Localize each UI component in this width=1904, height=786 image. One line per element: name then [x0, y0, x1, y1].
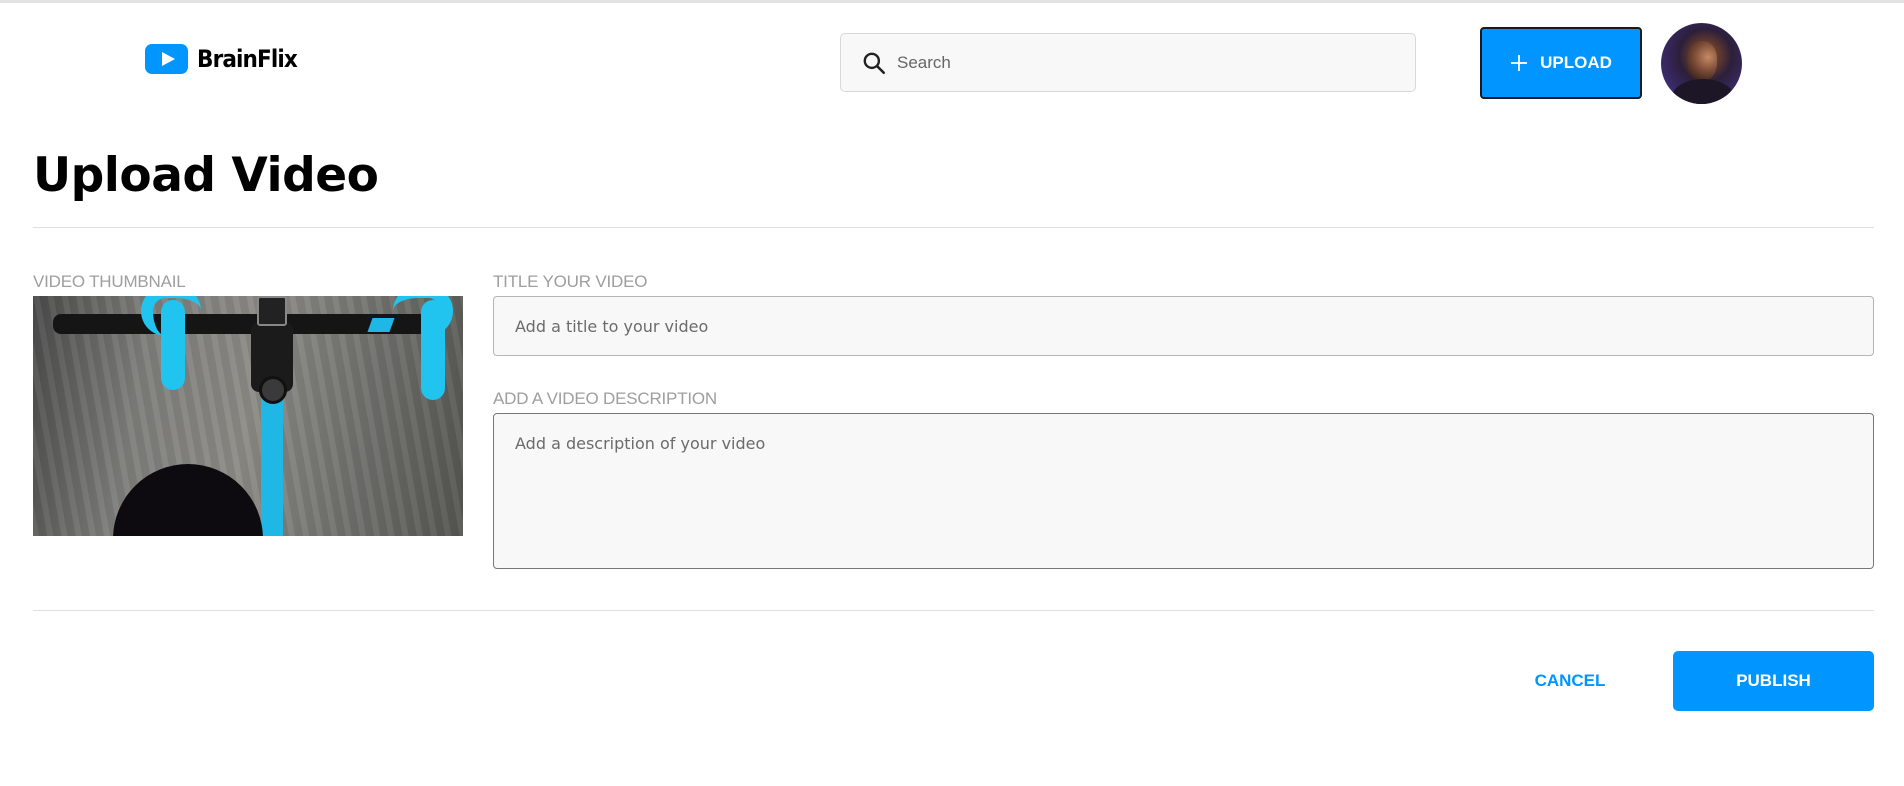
thumbnail-bike-computer: [257, 296, 287, 326]
avatar-shoulders: [1671, 79, 1735, 104]
title-input[interactable]: [493, 296, 1874, 356]
cancel-button[interactable]: CANCEL: [1510, 651, 1630, 711]
thumbnail-grip-left: [161, 300, 185, 390]
user-avatar[interactable]: [1661, 23, 1742, 104]
description-label: ADD A VIDEO DESCRIPTION: [493, 389, 718, 408]
search-bar[interactable]: [840, 33, 1416, 92]
description-input[interactable]: [493, 413, 1874, 569]
plus-icon: [1511, 55, 1528, 71]
avatar-face: [1687, 41, 1717, 81]
divider: [33, 610, 1874, 611]
upload-button-label: UPLOAD: [1540, 53, 1612, 72]
upload-button[interactable]: UPLOAD: [1480, 27, 1642, 99]
top-border: [0, 0, 1904, 3]
video-thumbnail: [33, 296, 463, 536]
publish-button[interactable]: PUBLISH: [1673, 651, 1874, 711]
divider: [33, 227, 1874, 228]
brand-name: BrainFlix: [197, 45, 298, 73]
brainflix-logo[interactable]: BrainFlix: [145, 44, 308, 74]
page-title: Upload Video: [33, 148, 379, 203]
thumbnail-headset: [259, 376, 287, 404]
thumbnail-grip-right: [421, 300, 445, 400]
play-icon: [145, 44, 188, 74]
search-icon: [863, 52, 886, 74]
thumbnail-label: VIDEO THUMBNAIL: [33, 272, 186, 291]
search-input[interactable]: [897, 52, 1415, 73]
title-label: TITLE YOUR VIDEO: [493, 272, 648, 291]
